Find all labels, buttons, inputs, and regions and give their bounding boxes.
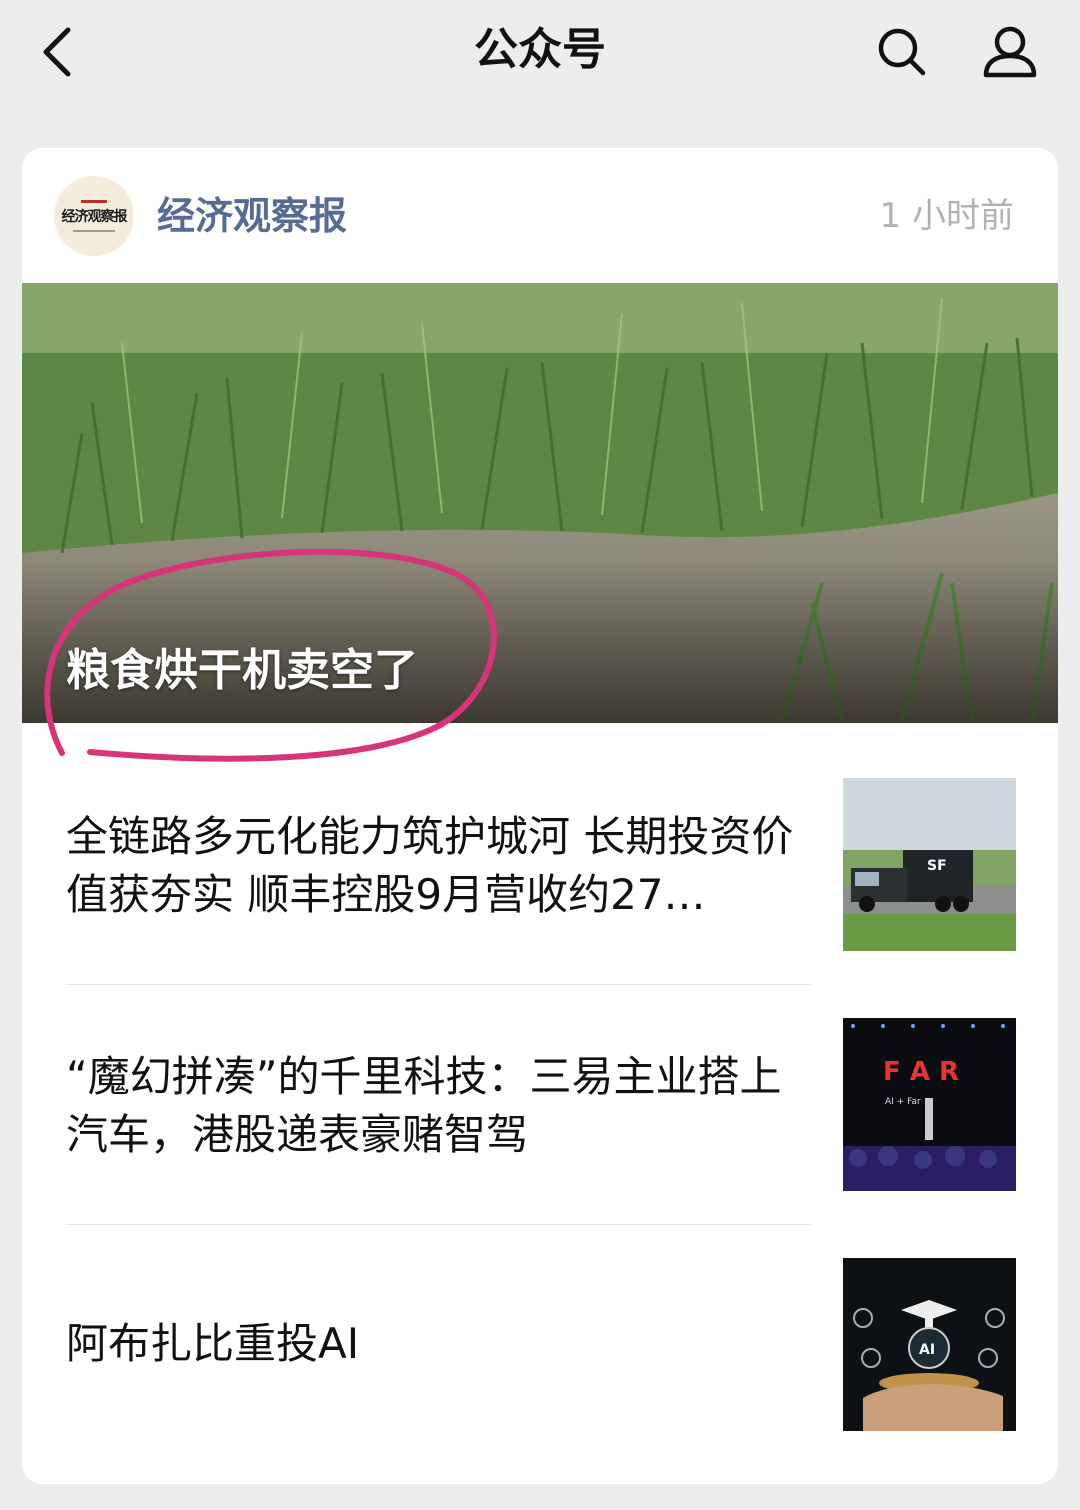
avatar[interactable]: 经济观察报 [54, 176, 134, 256]
account-message-card: 经济观察报 经济观察报 1 小时前 粮食烘干机卖空了 全链路多元化能力筑护城河 … [22, 148, 1058, 1484]
hero-title: 粮食烘干机卖空了 [66, 645, 418, 696]
stage-thumbnail-image: F A R AI + Far [843, 1018, 1016, 1191]
stage-sub-text: AI + Far [885, 1097, 921, 1107]
truck-logo-text: SF [927, 858, 947, 874]
avatar-logo-text: 经济观察报 [61, 209, 128, 225]
list-item[interactable]: 阿布扎比重投AI AI [22, 1224, 1058, 1464]
stage-word-text: F A R [883, 1057, 959, 1087]
article-title: 全链路多元化能力筑护城河 长期投资价值获夯实 顺丰控股9月营收约27… [66, 812, 794, 919]
post-time: 1 小时前 [879, 196, 1014, 236]
search-button[interactable] [870, 22, 934, 82]
profile-button[interactable] [978, 22, 1042, 82]
card-header: 经济观察报 经济观察报 1 小时前 [22, 148, 1058, 283]
chevron-left-icon [43, 27, 71, 77]
back-button[interactable] [28, 22, 84, 82]
avatar-logo-subtitle [73, 230, 115, 232]
truck-thumbnail-image: SF [843, 778, 1016, 951]
person-icon [983, 26, 1037, 78]
list-item[interactable]: 全链路多元化能力筑护城河 长期投资价值获夯实 顺丰控股9月营收约27… SF [22, 743, 1058, 983]
list-item[interactable]: “魔幻拼凑”的千里科技：三易主业搭上汽车，港股递表豪赌智驾 F A R AI +… [22, 984, 1058, 1224]
article-thumbnail: SF [843, 778, 1016, 951]
article-thumbnail: F A R AI + Far [843, 1018, 1016, 1191]
article-title: “魔幻拼凑”的千里科技：三易主业搭上汽车，港股递表豪赌智驾 [66, 1052, 782, 1159]
account-name[interactable]: 经济观察报 [157, 188, 347, 244]
top-nav-bar: 公众号 [0, 0, 1080, 110]
hero-article[interactable]: 粮食烘干机卖空了 [22, 283, 1058, 723]
ai-label-text: AI [919, 1342, 935, 1358]
avatar-logo-bar [81, 200, 107, 203]
article-thumbnail: AI [843, 1258, 1016, 1431]
article-title: 阿布扎比重投AI [66, 1319, 360, 1368]
ai-thumbnail-image: AI [843, 1258, 1016, 1431]
search-icon [878, 28, 926, 76]
